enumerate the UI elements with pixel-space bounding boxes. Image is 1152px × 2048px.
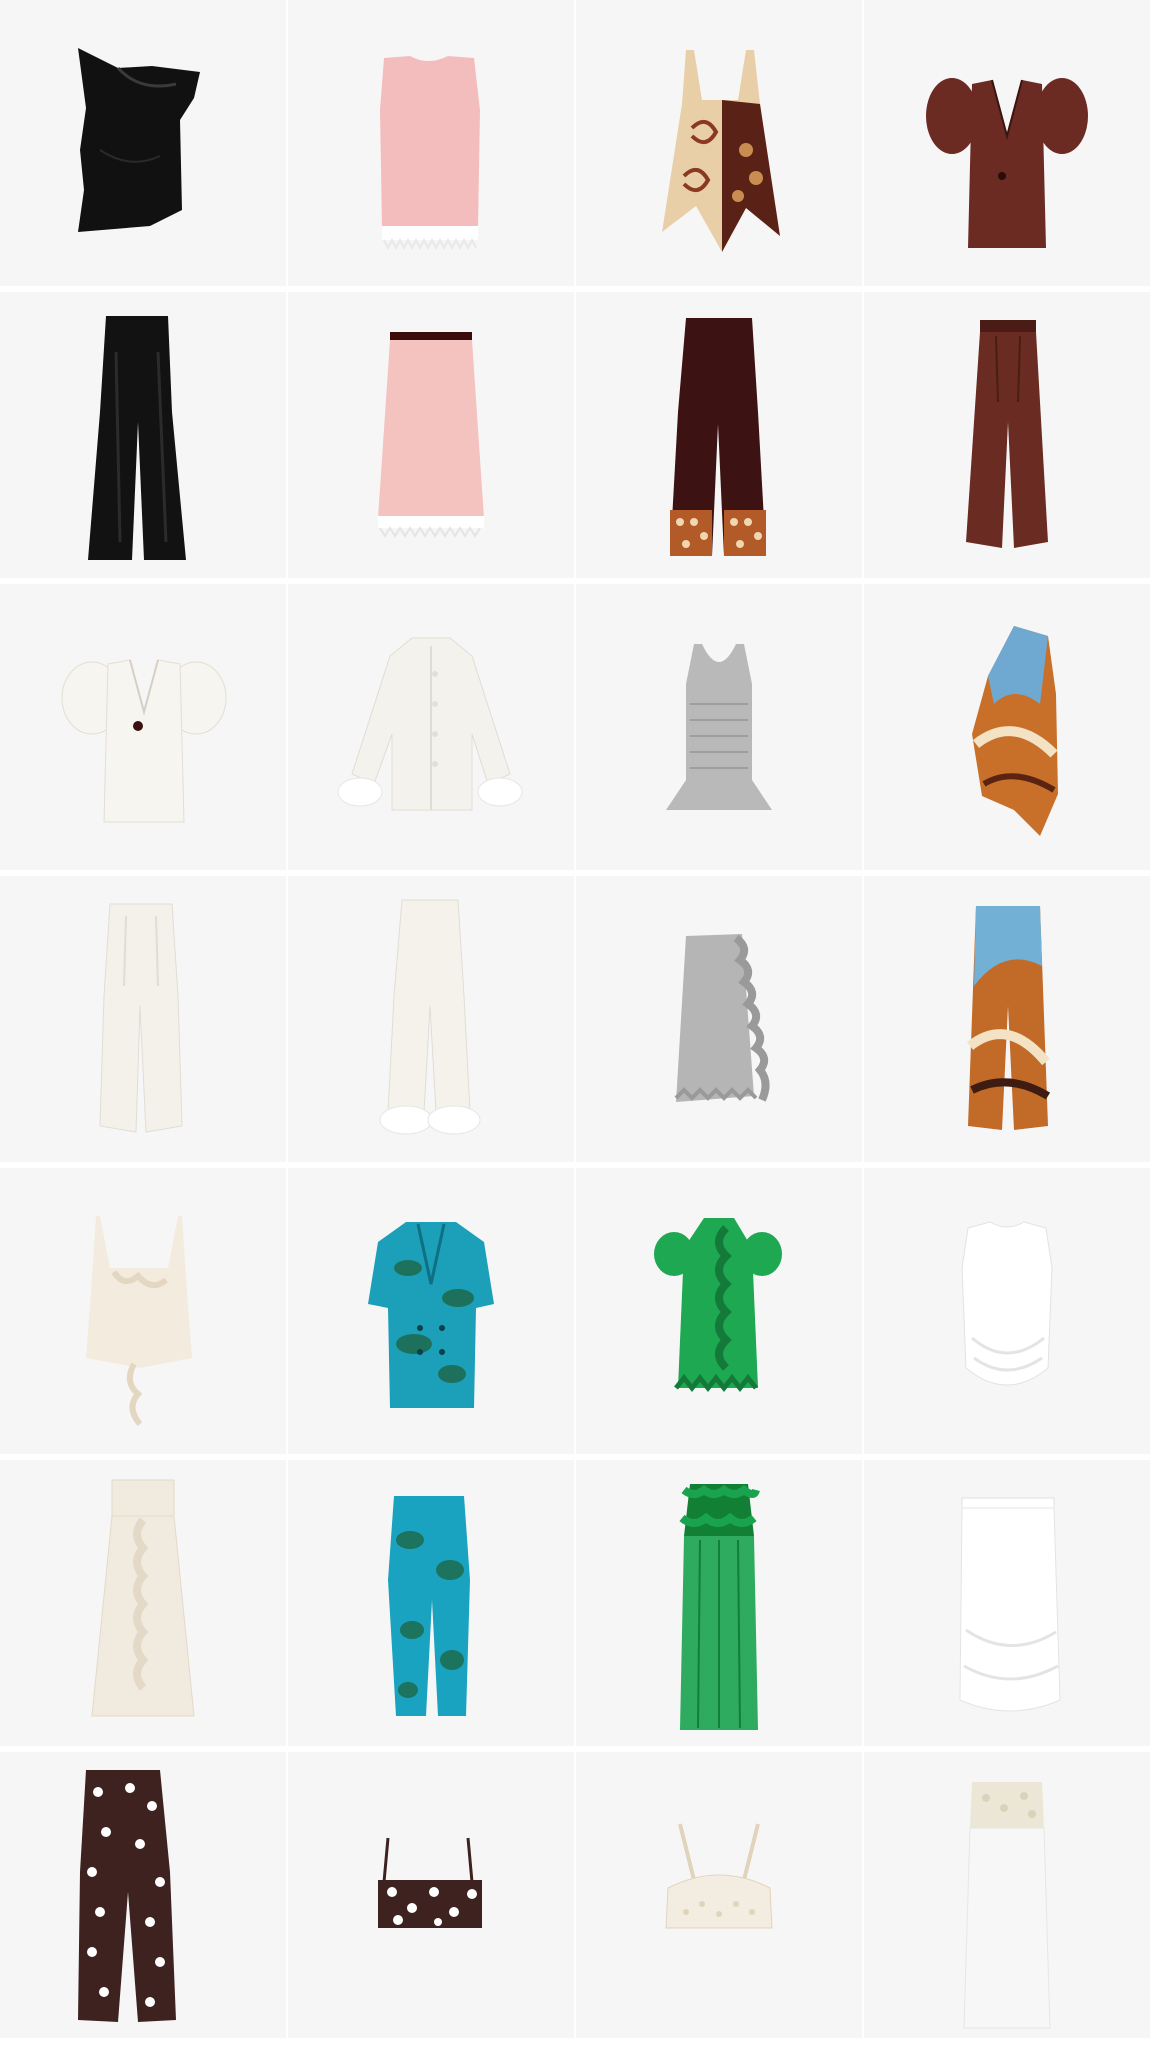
brown-high-waist-wide-trousers-icon	[966, 320, 1048, 548]
grey-smocked-peplum-tank-icon	[666, 644, 772, 810]
product-tile-22[interactable]	[288, 1460, 574, 1746]
swirl-print-wide-trousers-icon	[966, 906, 1051, 1130]
cream-lace-bralette-top-icon	[665, 1823, 773, 1929]
product-tile-13[interactable]	[0, 876, 286, 1162]
product-tile-3[interactable]	[576, 0, 862, 286]
product-tile-19[interactable]	[576, 1168, 862, 1454]
brown-puff-sleeve-blazer-icon	[926, 78, 1088, 248]
product-tile-5[interactable]	[0, 292, 286, 578]
white-puff-sleeve-blazer-icon	[61, 659, 227, 823]
cream-ruffle-maxi-skirt-icon	[91, 1479, 195, 1717]
product-grid	[0, 0, 1152, 2048]
product-tile-24[interactable]	[864, 1460, 1150, 1746]
grey-ruffle-smocked-skirt-icon	[674, 934, 770, 1102]
product-tile-9[interactable]	[0, 584, 286, 870]
cream-ruffle-camisole-icon	[86, 1216, 192, 1426]
product-tile-1[interactable]	[0, 0, 286, 286]
product-tile-17[interactable]	[0, 1168, 286, 1454]
product-tile-10[interactable]	[288, 584, 574, 870]
green-ruffle-sheer-top-icon	[654, 1218, 782, 1393]
product-tile-12[interactable]	[864, 584, 1150, 870]
product-tile-21[interactable]	[0, 1460, 286, 1746]
product-tile-6[interactable]	[288, 292, 574, 578]
product-tile-23[interactable]	[576, 1460, 862, 1746]
product-tile-16[interactable]	[864, 876, 1150, 1162]
product-tile-28[interactable]	[864, 1752, 1150, 2038]
pink-fringe-midi-skirt-icon	[378, 332, 484, 538]
product-tile-15[interactable]	[576, 876, 862, 1162]
product-tile-11[interactable]	[576, 584, 862, 870]
white-feather-hem-pajama-trousers-icon	[379, 899, 481, 1135]
teal-print-capri-trousers-icon	[388, 1496, 470, 1716]
swirl-print-one-shoulder-top-icon	[972, 626, 1058, 836]
white-wide-leg-trousers-icon	[99, 903, 183, 1133]
white-draped-midi-skirt-icon	[959, 1497, 1061, 1712]
product-tile-27[interactable]	[576, 1752, 862, 2038]
white-lace-waist-maxi-skirt-icon	[963, 1782, 1051, 2029]
white-feather-cuff-shirt-icon	[337, 637, 523, 811]
burgundy-patterned-hem-trousers-icon	[670, 318, 766, 556]
product-tile-26[interactable]	[288, 1752, 574, 2038]
product-tile-7[interactable]	[576, 292, 862, 578]
product-tile-18[interactable]	[288, 1168, 574, 1454]
product-tile-20[interactable]	[864, 1168, 1150, 1454]
product-tile-25[interactable]	[0, 1752, 286, 2038]
product-tile-8[interactable]	[864, 292, 1150, 578]
black-wide-leg-trousers-icon	[88, 316, 186, 560]
product-tile-4[interactable]	[864, 0, 1150, 286]
brown-polka-dot-bandeau-top-icon	[378, 1837, 482, 1928]
product-tile-14[interactable]	[288, 876, 574, 1162]
green-sheer-ruffle-maxi-skirt-icon	[679, 1484, 760, 1730]
product-tile-2[interactable]	[288, 0, 574, 286]
white-draped-sleeveless-top-icon	[961, 1221, 1053, 1386]
pink-sleeveless-fringe-top-icon	[380, 56, 480, 251]
patterned-scarf-halter-top-icon	[662, 50, 780, 252]
brown-polka-dot-trousers-icon	[78, 1770, 176, 2022]
black-asymmetric-satin-top-icon	[78, 48, 200, 232]
teal-print-double-breasted-jacket-icon	[368, 1222, 494, 1408]
